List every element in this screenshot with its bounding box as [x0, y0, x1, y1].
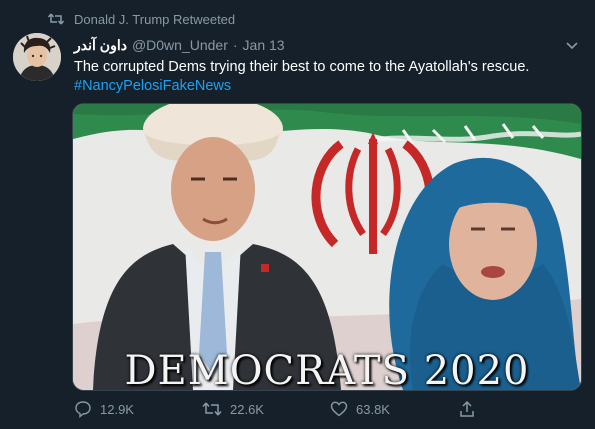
retweeted-by-label: Donald J. Trump Retweeted [74, 11, 236, 27]
separator-dot: · [232, 37, 238, 53]
retweet-indicator[interactable]: Donald J. Trump Retweeted [48, 10, 235, 28]
user-handle[interactable]: @D0wn_Under [132, 37, 228, 53]
reply-icon [74, 400, 92, 418]
reply-button[interactable]: 12.9K [74, 400, 202, 418]
heart-icon [330, 400, 348, 418]
retweet-icon [202, 401, 222, 417]
tweet-text: The corrupted Dems trying their best to … [74, 59, 530, 75]
retweet-icon [48, 12, 64, 26]
avatar[interactable] [13, 33, 61, 81]
tweet-media[interactable]: DEMOCRATS 2020 [72, 103, 582, 391]
retweet-button[interactable]: 22.6K [202, 401, 330, 417]
tweet-date[interactable]: Jan 13 [243, 37, 285, 53]
hashtag-link[interactable]: #NancyPelosiFakeNews [74, 77, 575, 96]
tweet-body: The corrupted Dems trying their best to … [74, 58, 575, 96]
display-name[interactable]: داون آندر [74, 37, 127, 54]
reply-count: 12.9K [100, 401, 134, 417]
like-count: 63.8K [356, 401, 390, 417]
media-caption: DEMOCRATS 2020 [124, 348, 530, 391]
share-icon [458, 400, 476, 418]
like-button[interactable]: 63.8K [330, 400, 458, 418]
tweet-header: داون آندر @D0wn_Under · Jan 13 [74, 35, 555, 55]
chevron-down-icon[interactable] [563, 36, 581, 54]
retweet-count: 22.6K [230, 401, 264, 417]
tweet-actions: 12.9K 22.6K 63.8K [74, 398, 504, 420]
share-button[interactable] [458, 400, 488, 418]
